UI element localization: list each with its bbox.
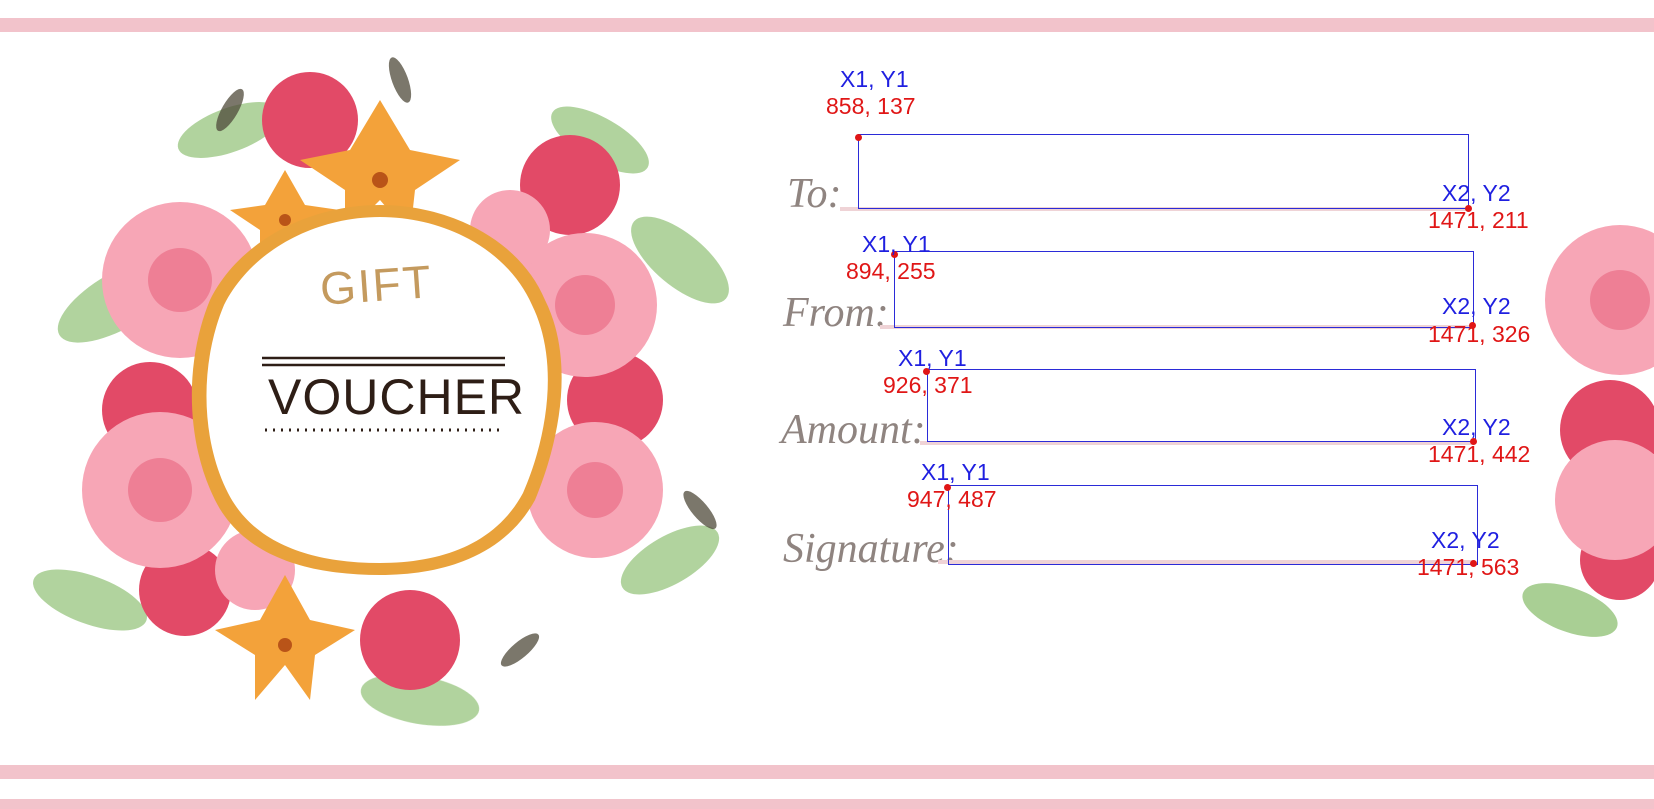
amount-label: Amount: xyxy=(781,407,926,453)
signature-end-coords: 1471, 563 xyxy=(1417,554,1520,580)
amount-end-coords: 1471, 442 xyxy=(1428,441,1531,467)
to-field-box[interactable] xyxy=(858,134,1469,209)
to-end-label: X2, Y2 xyxy=(1442,180,1511,206)
voucher-title: VOUCHER xyxy=(268,369,526,425)
signature-field-box[interactable] xyxy=(948,485,1478,565)
from-end-coords: 1471, 326 xyxy=(1428,321,1531,347)
from-label: From: xyxy=(783,290,889,336)
amount-start-coords: 926, 371 xyxy=(883,372,973,398)
from-end-label: X2, Y2 xyxy=(1442,293,1511,319)
amount-start-label: X1, Y1 xyxy=(898,345,967,371)
to-start-coords: 858, 137 xyxy=(826,93,916,119)
to-start-label: X1, Y1 xyxy=(840,66,909,92)
bottom-stripe-lower xyxy=(0,799,1654,809)
to-label: To: xyxy=(787,171,842,217)
from-start-label: X1, Y1 xyxy=(862,231,931,257)
to-end-coords: 1471, 211 xyxy=(1428,207,1529,233)
signature-label: Signature: xyxy=(783,526,959,572)
amount-field-box[interactable] xyxy=(927,369,1476,442)
from-start-coords: 894, 255 xyxy=(846,258,936,284)
signature-start-coords: 947, 487 xyxy=(907,486,997,512)
gift-title: GIFT xyxy=(318,255,435,315)
amount-end-label: X2, Y2 xyxy=(1442,414,1511,440)
from-field-box[interactable] xyxy=(894,251,1474,328)
floral-edge-image xyxy=(1522,225,1654,637)
signature-end-label: X2, Y2 xyxy=(1431,527,1500,553)
to-start-point xyxy=(855,134,862,141)
signature-start-label: X1, Y1 xyxy=(921,459,990,485)
